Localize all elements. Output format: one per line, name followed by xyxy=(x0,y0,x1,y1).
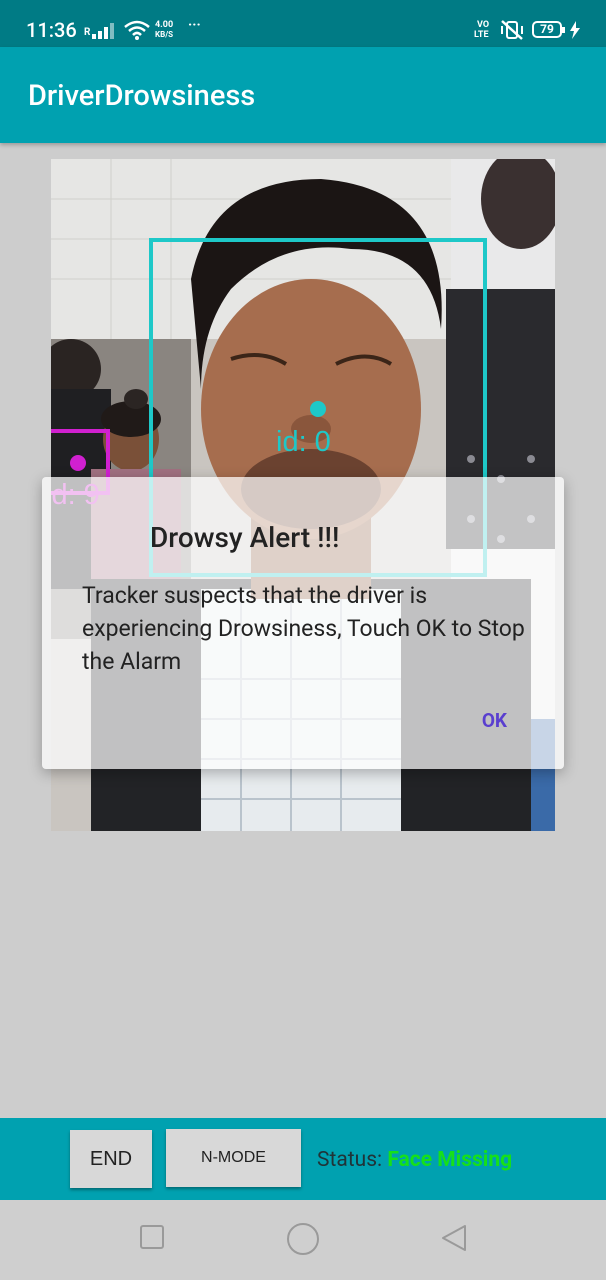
charging-icon xyxy=(570,21,580,39)
control-bar: END N-MODE Status: Face Missing xyxy=(0,1118,606,1200)
secondary-face-dot xyxy=(70,455,86,471)
app-title: DriverDrowsiness xyxy=(28,79,256,113)
battery-icon: 79 xyxy=(532,21,565,38)
recents-icon[interactable] xyxy=(139,1224,165,1250)
network-type: R xyxy=(84,27,91,38)
dialog-message: Tracker suspects that the driver is expe… xyxy=(82,582,525,675)
status-text: Status: Face Missing xyxy=(317,1148,512,1172)
home-icon[interactable] xyxy=(286,1222,320,1256)
dialog-title: Drowsy Alert !!! xyxy=(150,521,340,554)
speed-unit: KB/S xyxy=(155,30,174,39)
more-icon: ··· xyxy=(188,17,201,33)
status-value: Face Missing xyxy=(387,1148,513,1172)
wifi-icon xyxy=(124,20,150,40)
face-center-dot xyxy=(310,401,326,417)
volte-icon: VO xyxy=(477,20,490,30)
app-bar: DriverDrowsiness xyxy=(0,47,606,143)
volte-lte: LTE xyxy=(474,30,489,40)
back-icon[interactable] xyxy=(440,1224,468,1252)
battery-level: 79 xyxy=(540,22,554,36)
navigation-bar xyxy=(0,1200,606,1280)
ok-button[interactable]: OK xyxy=(482,709,507,732)
face-id-label: id: 0 xyxy=(276,426,331,458)
end-button[interactable]: END xyxy=(70,1130,152,1188)
mute-vibrate-icon xyxy=(501,20,523,40)
signal-icon xyxy=(92,23,114,39)
drowsy-alert-dialog: Drowsy Alert !!! Tracker suspects that t… xyxy=(42,477,564,769)
mode-button[interactable]: N-MODE xyxy=(166,1129,301,1187)
speed-value: 4.00 xyxy=(155,20,174,30)
status-bar: 11:36 R 4.00 KB/S ··· VO LTE 79 xyxy=(0,0,606,47)
status-label: Status: xyxy=(317,1148,388,1172)
clock: 11:36 xyxy=(26,18,77,42)
